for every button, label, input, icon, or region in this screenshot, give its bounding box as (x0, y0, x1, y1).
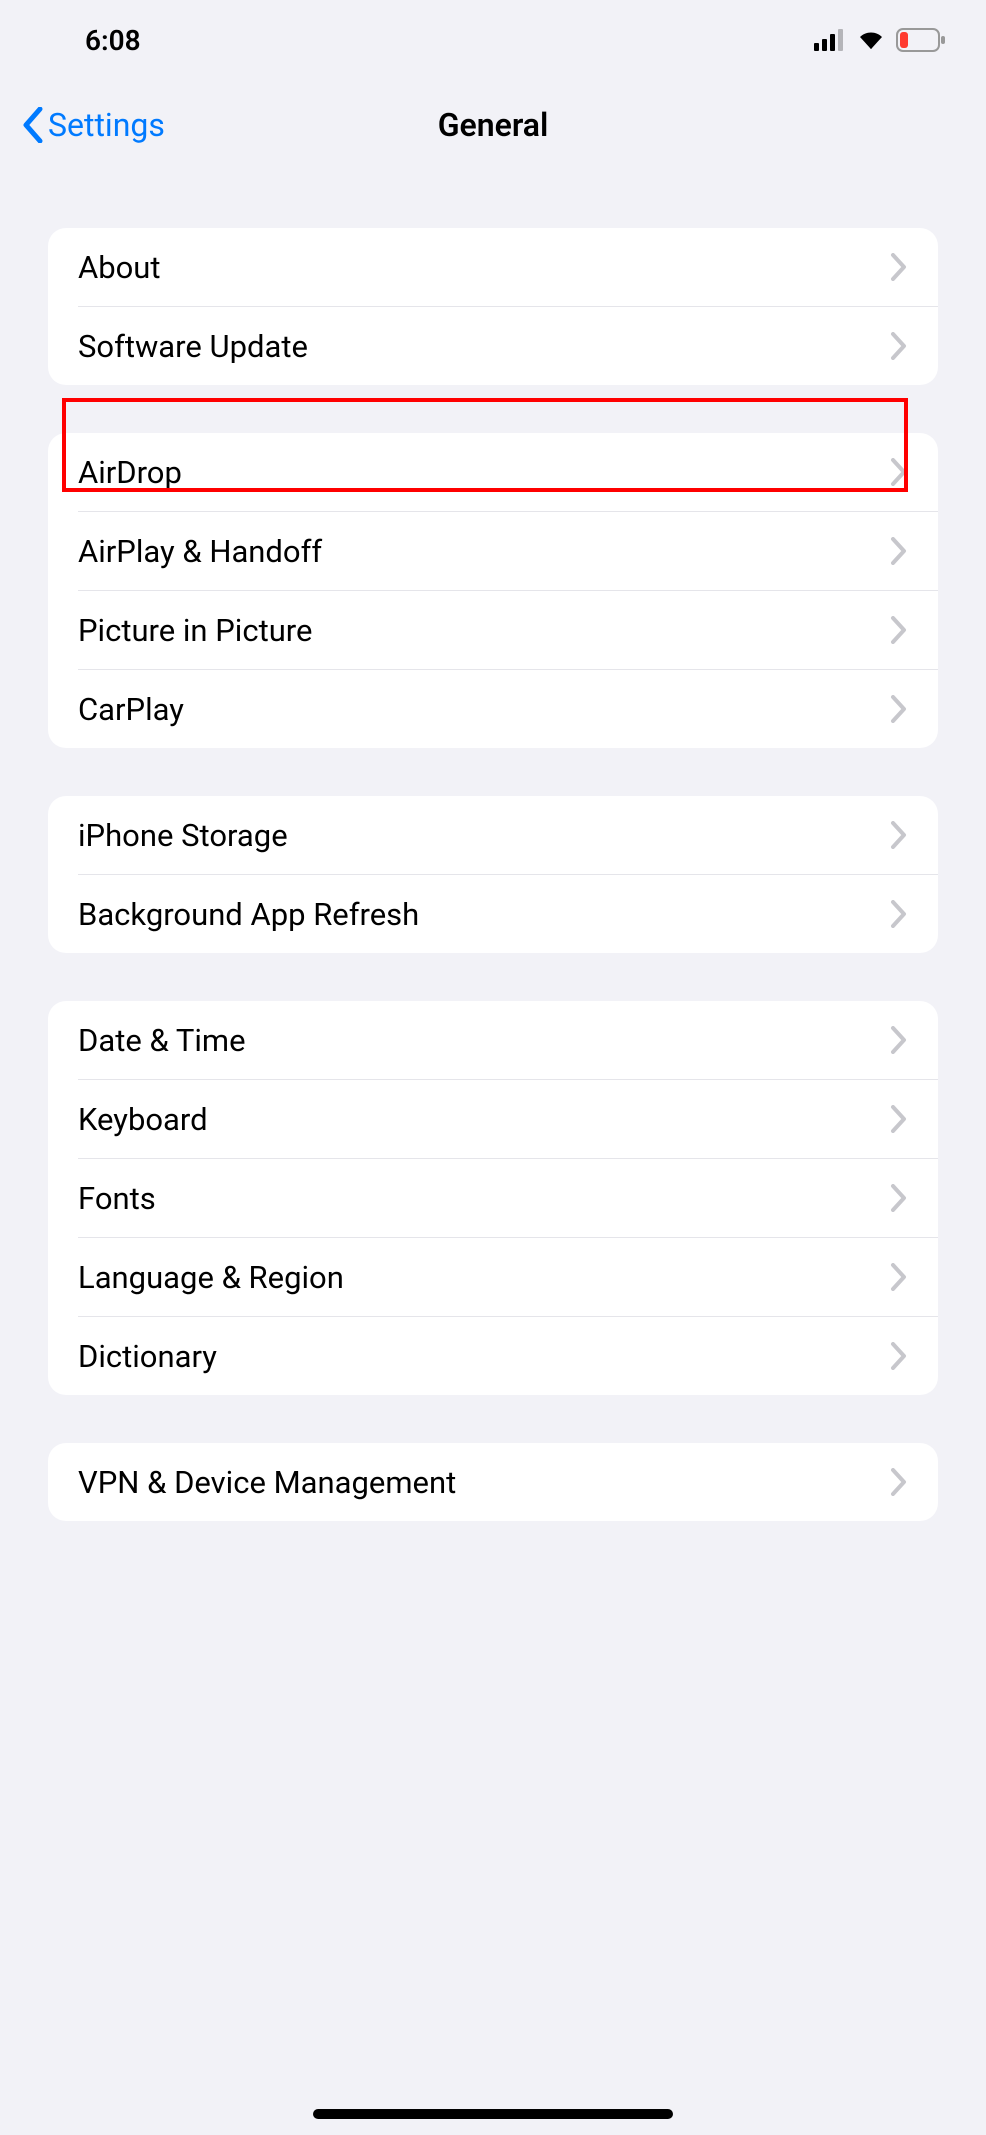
settings-group: iPhone Storage Background App Refresh (48, 796, 938, 953)
row-vpn-device-management[interactable]: VPN & Device Management (48, 1443, 938, 1521)
row-airplay-handoff[interactable]: AirPlay & Handoff (48, 512, 938, 590)
cellular-signal-icon (814, 29, 846, 51)
status-icons (814, 28, 946, 52)
chevron-right-icon (890, 821, 908, 849)
chevron-right-icon (890, 1184, 908, 1212)
navigation-bar: Settings General (0, 70, 986, 170)
row-picture-in-picture[interactable]: Picture in Picture (48, 591, 938, 669)
row-label: About (78, 249, 161, 286)
settings-group: VPN & Device Management (48, 1443, 938, 1521)
chevron-right-icon (890, 332, 908, 360)
row-dictionary[interactable]: Dictionary (48, 1317, 938, 1395)
row-label: Keyboard (78, 1101, 208, 1138)
row-keyboard[interactable]: Keyboard (48, 1080, 938, 1158)
chevron-right-icon (890, 253, 908, 281)
settings-group: About Software Update (48, 228, 938, 385)
row-iphone-storage[interactable]: iPhone Storage (48, 796, 938, 874)
row-label: Fonts (78, 1180, 156, 1217)
back-label: Settings (48, 106, 165, 144)
row-label: Dictionary (78, 1338, 217, 1375)
row-label: CarPlay (78, 691, 184, 728)
row-about[interactable]: About (48, 228, 938, 306)
row-label: AirDrop (78, 454, 182, 491)
chevron-left-icon (22, 107, 44, 143)
row-label: Background App Refresh (78, 896, 419, 933)
row-fonts[interactable]: Fonts (48, 1159, 938, 1237)
settings-group: AirDrop AirPlay & Handoff Picture in Pic… (48, 433, 938, 748)
chevron-right-icon (890, 1468, 908, 1496)
chevron-right-icon (890, 1105, 908, 1133)
row-language-region[interactable]: Language & Region (48, 1238, 938, 1316)
row-label: VPN & Device Management (78, 1464, 456, 1501)
settings-content: About Software Update AirDrop AirPlay & … (0, 228, 986, 1521)
row-software-update[interactable]: Software Update (48, 307, 938, 385)
chevron-right-icon (890, 537, 908, 565)
chevron-right-icon (890, 458, 908, 486)
page-title: General (438, 106, 549, 144)
settings-group: Date & Time Keyboard Fonts Language & Re… (48, 1001, 938, 1395)
row-label: Date & Time (78, 1022, 246, 1059)
chevron-right-icon (890, 1342, 908, 1370)
row-carplay[interactable]: CarPlay (48, 670, 938, 748)
row-label: AirPlay & Handoff (78, 533, 322, 570)
back-button[interactable]: Settings (22, 106, 165, 144)
row-date-time[interactable]: Date & Time (48, 1001, 938, 1079)
chevron-right-icon (890, 616, 908, 644)
row-label: iPhone Storage (78, 817, 288, 854)
chevron-right-icon (890, 900, 908, 928)
row-label: Language & Region (78, 1259, 344, 1296)
battery-low-icon (896, 28, 946, 52)
status-time: 6:08 (85, 24, 141, 57)
row-background-app-refresh[interactable]: Background App Refresh (48, 875, 938, 953)
chevron-right-icon (890, 1263, 908, 1291)
row-airdrop[interactable]: AirDrop (48, 433, 938, 511)
row-label: Picture in Picture (78, 612, 312, 649)
home-indicator[interactable] (313, 2109, 673, 2119)
status-bar: 6:08 (0, 0, 986, 70)
chevron-right-icon (890, 695, 908, 723)
chevron-right-icon (890, 1026, 908, 1054)
row-label: Software Update (78, 328, 308, 365)
wifi-icon (856, 29, 886, 51)
